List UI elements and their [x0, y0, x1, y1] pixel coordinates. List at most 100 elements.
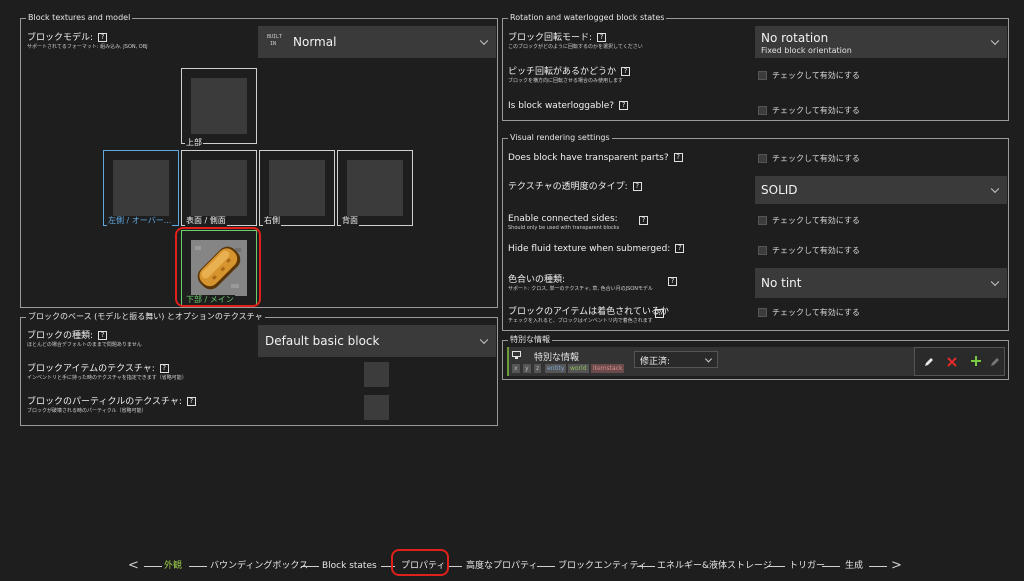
- pitch-rotation-checkbox[interactable]: チェックして有効にする: [758, 71, 860, 81]
- nav-tab-generation[interactable]: 生成: [845, 558, 863, 574]
- checkbox-box: [758, 154, 767, 163]
- texture-slot-top-label: 上部: [185, 138, 203, 148]
- chevron-down-icon: [704, 354, 713, 363]
- procedure-actions: [914, 347, 1005, 376]
- built-in-badge: BUILT IN: [267, 34, 283, 47]
- remove-procedure-icon[interactable]: [946, 356, 958, 371]
- modifier-value: 修正済:: [640, 357, 671, 367]
- nav-tab-block-states[interactable]: Block states: [322, 558, 377, 574]
- particle-texture-label: ブロックのパーティクルのテクスチャ:? ブロックが破壊される時のパーティクル（省…: [27, 396, 196, 415]
- help-icon[interactable]: ?: [621, 66, 631, 76]
- chevron-down-icon: [479, 335, 489, 345]
- nav-tab-energy-fluid[interactable]: エネルギー&液体ストレージ: [657, 558, 772, 574]
- texture-slot-left[interactable]: [103, 150, 179, 226]
- nav-tab-block-entity[interactable]: ブロックエンティティ: [558, 558, 647, 574]
- chevron-down-icon: [479, 36, 489, 46]
- texture-slot-right-label: 右側: [263, 216, 281, 226]
- transparent-parts-label: Does block have transparent parts??: [508, 152, 683, 164]
- highlight-bottom-slot: [175, 227, 261, 307]
- help-icon[interactable]: ?: [619, 100, 629, 110]
- block-type-select[interactable]: Default basic block: [258, 325, 496, 357]
- textures-group-legend: Block textures and model: [26, 12, 133, 24]
- nav-prev-icon[interactable]: <: [128, 558, 139, 574]
- tint-type-value: No tint: [761, 276, 802, 290]
- help-icon[interactable]: ?: [98, 32, 108, 42]
- help-icon[interactable]: ?: [98, 330, 108, 340]
- rotation-group-legend: Rotation and waterlogged block states: [508, 12, 667, 24]
- help-icon[interactable]: ?: [597, 32, 607, 42]
- base-group-legend: ブロックのベース (モデルと振る舞い) とオプションのテクスチャ: [26, 311, 265, 323]
- help-icon[interactable]: ?: [655, 309, 664, 318]
- dependency-tag-y: y: [523, 364, 531, 373]
- block-model-label: ブロックモデル:? サポートされてるフォーマット: 組み込み, JSON, OB…: [27, 32, 148, 50]
- help-icon[interactable]: ?: [639, 216, 648, 225]
- transparency-type-value: SOLID: [761, 183, 798, 197]
- checkbox-box: [758, 246, 767, 255]
- monitor-icon: [512, 351, 521, 362]
- help-icon[interactable]: ?: [159, 363, 169, 373]
- waterloggable-label: Is block waterloggable??: [508, 100, 629, 112]
- dependency-tag-x: x: [512, 364, 520, 373]
- help-icon[interactable]: ?: [186, 396, 196, 406]
- transparent-parts-checkbox[interactable]: チェックして有効にする: [758, 154, 860, 164]
- pitch-rotation-label: ピッチ回転があるかどうか? ブロックを横方向に回転させる場合のみ使用します: [508, 66, 631, 85]
- help-icon[interactable]: ?: [675, 243, 685, 253]
- chevron-down-icon: [990, 184, 1000, 194]
- item-texture-label: ブロックアイテムのテクスチャ:? インベントリと手に持った時のテクスチャを指定で…: [27, 363, 187, 381]
- block-model-select[interactable]: BUILT IN Normal: [258, 26, 496, 58]
- nav-tab-bounding-box[interactable]: バウンディングボックス: [210, 558, 308, 574]
- chevron-down-icon: [990, 36, 1000, 46]
- texture-slot-back-label: 背面: [341, 216, 359, 226]
- transparency-type-select[interactable]: SOLID: [755, 176, 1007, 204]
- block-model-value: Normal: [293, 35, 337, 49]
- waterloggable-checkbox[interactable]: チェックして有効にする: [758, 106, 860, 116]
- add-procedure-icon[interactable]: [970, 355, 982, 370]
- nav-tab-appearance[interactable]: 外観: [164, 558, 182, 574]
- help-icon[interactable]: ?: [632, 181, 642, 191]
- special-group-legend: 特別な情報: [508, 334, 552, 346]
- texture-slot-front[interactable]: [181, 150, 257, 226]
- procedure-block[interactable]: 特別な情報 x y z entity world itemstack 修正済:: [507, 347, 914, 376]
- tint-type-select[interactable]: No tint: [755, 268, 1007, 298]
- item-texture-slot[interactable]: [364, 362, 389, 387]
- visual-group-legend: Visual rendering settings: [508, 132, 612, 144]
- nav-next-icon[interactable]: >: [891, 558, 902, 574]
- connected-sides-checkbox[interactable]: チェックして有効にする: [758, 216, 860, 226]
- texture-slot-back[interactable]: [337, 150, 413, 226]
- connected-sides-label: Enable connected sides:? Should only be …: [508, 213, 648, 232]
- nav-tab-triggers[interactable]: トリガー: [789, 558, 825, 574]
- rotation-mode-label: ブロック回転モード:? このブロックがどのように回転するのかを選択してください: [508, 32, 643, 50]
- transparency-type-label: テクスチャの透明度のタイプ:?: [508, 181, 642, 193]
- dependency-tag-world: world: [568, 364, 589, 373]
- help-icon[interactable]: ?: [668, 277, 677, 286]
- visual-group: Visual rendering settings: [502, 132, 1009, 331]
- bottom-navigation: < 外観 バウンディングボックス Block states プロパティ 高度なプ…: [0, 558, 1024, 574]
- dependency-tag-z: z: [534, 364, 542, 373]
- texture-slot-left-label: 左側 / オーバー...: [107, 216, 173, 226]
- rotation-mode-value: No rotation: [761, 31, 829, 45]
- help-icon[interactable]: ?: [673, 152, 683, 162]
- procedure-title: 特別な情報: [534, 353, 580, 363]
- edit-disabled-icon: [989, 356, 1001, 371]
- rotation-mode-select[interactable]: No rotation Fixed block orientation: [755, 26, 1007, 58]
- checkbox-box: [758, 216, 767, 225]
- hide-fluid-checkbox[interactable]: チェックして有効にする: [758, 246, 860, 256]
- hide-fluid-label: Hide fluid texture when submerged:?: [508, 243, 685, 255]
- edit-procedure-icon[interactable]: [923, 356, 935, 371]
- item-tint-label: ブロックのアイテムは着色されているか? チェックを入れると、ブロックはインベント…: [508, 307, 669, 324]
- rotation-mode-value-sub: Fixed block orientation: [761, 46, 852, 55]
- item-tint-checkbox[interactable]: チェックして有効にする: [758, 308, 860, 318]
- texture-slot-top[interactable]: [181, 68, 257, 144]
- dependency-tag-itemstack: itemstack: [591, 364, 625, 373]
- tint-type-label: 色合いの種類:? サポート: クロス, 単一のテクスチャ, 草, 色合い月のJS…: [508, 274, 677, 293]
- checkbox-box: [758, 308, 767, 317]
- block-type-label: ブロックの種類:? ほとんどの場合デフォルトのままで問題ありません: [27, 330, 142, 348]
- texture-slot-front-label: 表面 / 側面: [185, 216, 227, 226]
- block-type-value: Default basic block: [265, 334, 380, 348]
- nav-tab-advanced-properties[interactable]: 高度なプロパティ: [466, 558, 537, 574]
- modifier-select[interactable]: 修正済:: [634, 351, 718, 368]
- checkbox-box: [758, 106, 767, 115]
- texture-slot-right[interactable]: [259, 150, 335, 226]
- particle-texture-slot[interactable]: [364, 395, 389, 420]
- chevron-down-icon: [990, 277, 1000, 287]
